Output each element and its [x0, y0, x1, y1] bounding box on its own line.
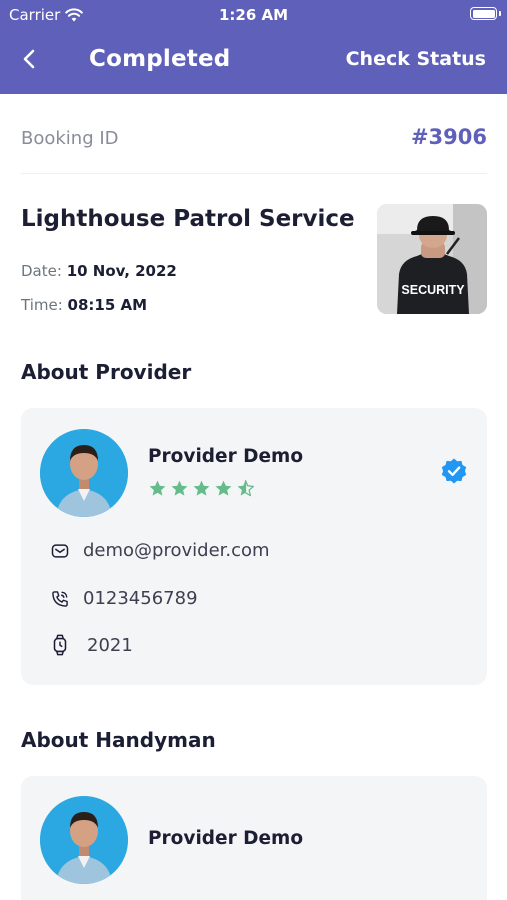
star-icon [193, 480, 210, 496]
service-name: Lighthouse Patrol Service [21, 206, 355, 232]
provider-since-year: 2021 [87, 634, 133, 656]
provider-email-row[interactable]: demo@provider.com [50, 540, 270, 561]
handyman-name: Provider Demo [148, 828, 304, 849]
verified-badge-icon [441, 458, 467, 484]
handyman-card[interactable]: Provider Demo [21, 776, 487, 900]
phone-icon [52, 590, 68, 607]
app-header: Carrier 1:26 AM Completed Check Status [0, 0, 507, 94]
booking-id-row: Booking ID #3906 [21, 124, 487, 174]
time-label: Time: [21, 296, 63, 314]
page-title: Completed [89, 46, 231, 72]
watch-icon [53, 634, 67, 656]
status-time: 1:26 AM [218, 6, 289, 24]
provider-name: Provider Demo [148, 446, 304, 467]
provider-since-row: 2021 [50, 634, 133, 656]
provider-avatar [40, 429, 128, 517]
service-date: Date: 10 Nov, 2022 [21, 262, 177, 280]
back-arrow-icon[interactable] [18, 47, 42, 71]
star-icon [215, 480, 232, 496]
battery-icon [470, 7, 501, 20]
provider-card[interactable]: Provider Demo demo@provider.com 01234567… [21, 408, 487, 685]
provider-phone: 0123456789 [83, 588, 198, 609]
time-value: 08:15 AM [67, 296, 148, 314]
booking-id-value: #3906 [410, 125, 487, 149]
status-bar: Carrier 1:26 AM [0, 0, 507, 28]
security-guard-image: SECURITY [377, 204, 487, 314]
email-icon [51, 543, 69, 558]
provider-email: demo@provider.com [83, 540, 270, 561]
provider-rating [148, 479, 255, 498]
date-label: Date: [21, 262, 62, 280]
service-time: Time: 08:15 AM [21, 296, 147, 314]
star-half-icon [237, 479, 255, 497]
star-icon [171, 480, 188, 496]
about-provider-title: About Provider [21, 360, 192, 384]
handyman-avatar [40, 796, 128, 884]
service-image[interactable]: SECURITY [377, 204, 487, 314]
about-handyman-title: About Handyman [21, 728, 216, 752]
booking-id-label: Booking ID [21, 128, 119, 149]
security-text: SECURITY [401, 283, 465, 297]
provider-phone-row[interactable]: 0123456789 [50, 588, 198, 609]
date-value: 10 Nov, 2022 [66, 262, 177, 280]
star-icon [149, 480, 166, 496]
check-status-button[interactable]: Check Status [346, 48, 486, 70]
